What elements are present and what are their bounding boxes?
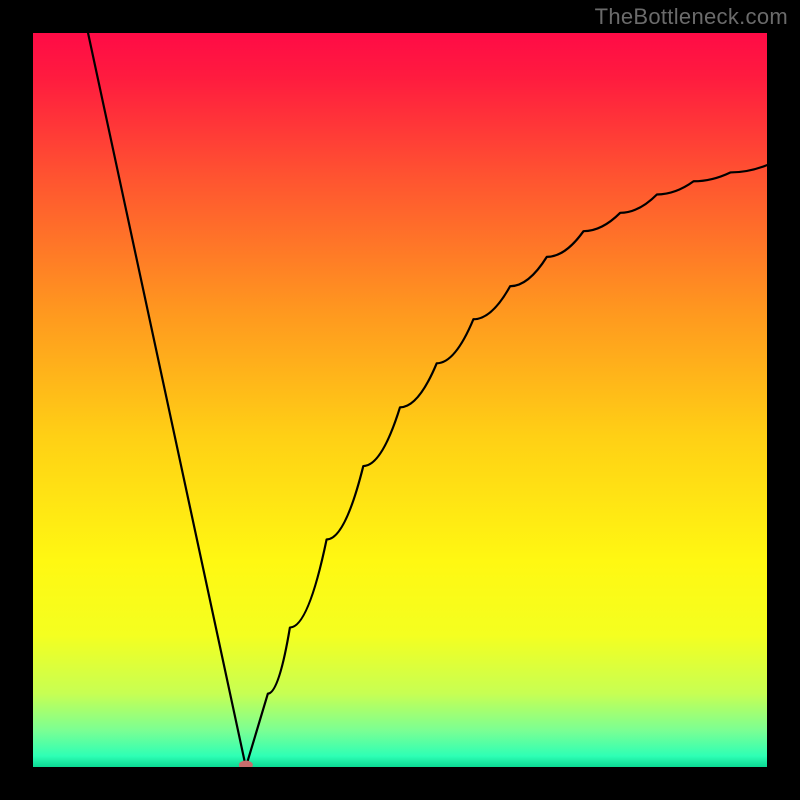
chart-container: TheBottleneck.com bbox=[0, 0, 800, 800]
gradient-background bbox=[33, 33, 767, 767]
watermark-text: TheBottleneck.com bbox=[595, 4, 788, 30]
bottleneck-chart bbox=[33, 33, 767, 767]
plot-area bbox=[33, 33, 767, 767]
